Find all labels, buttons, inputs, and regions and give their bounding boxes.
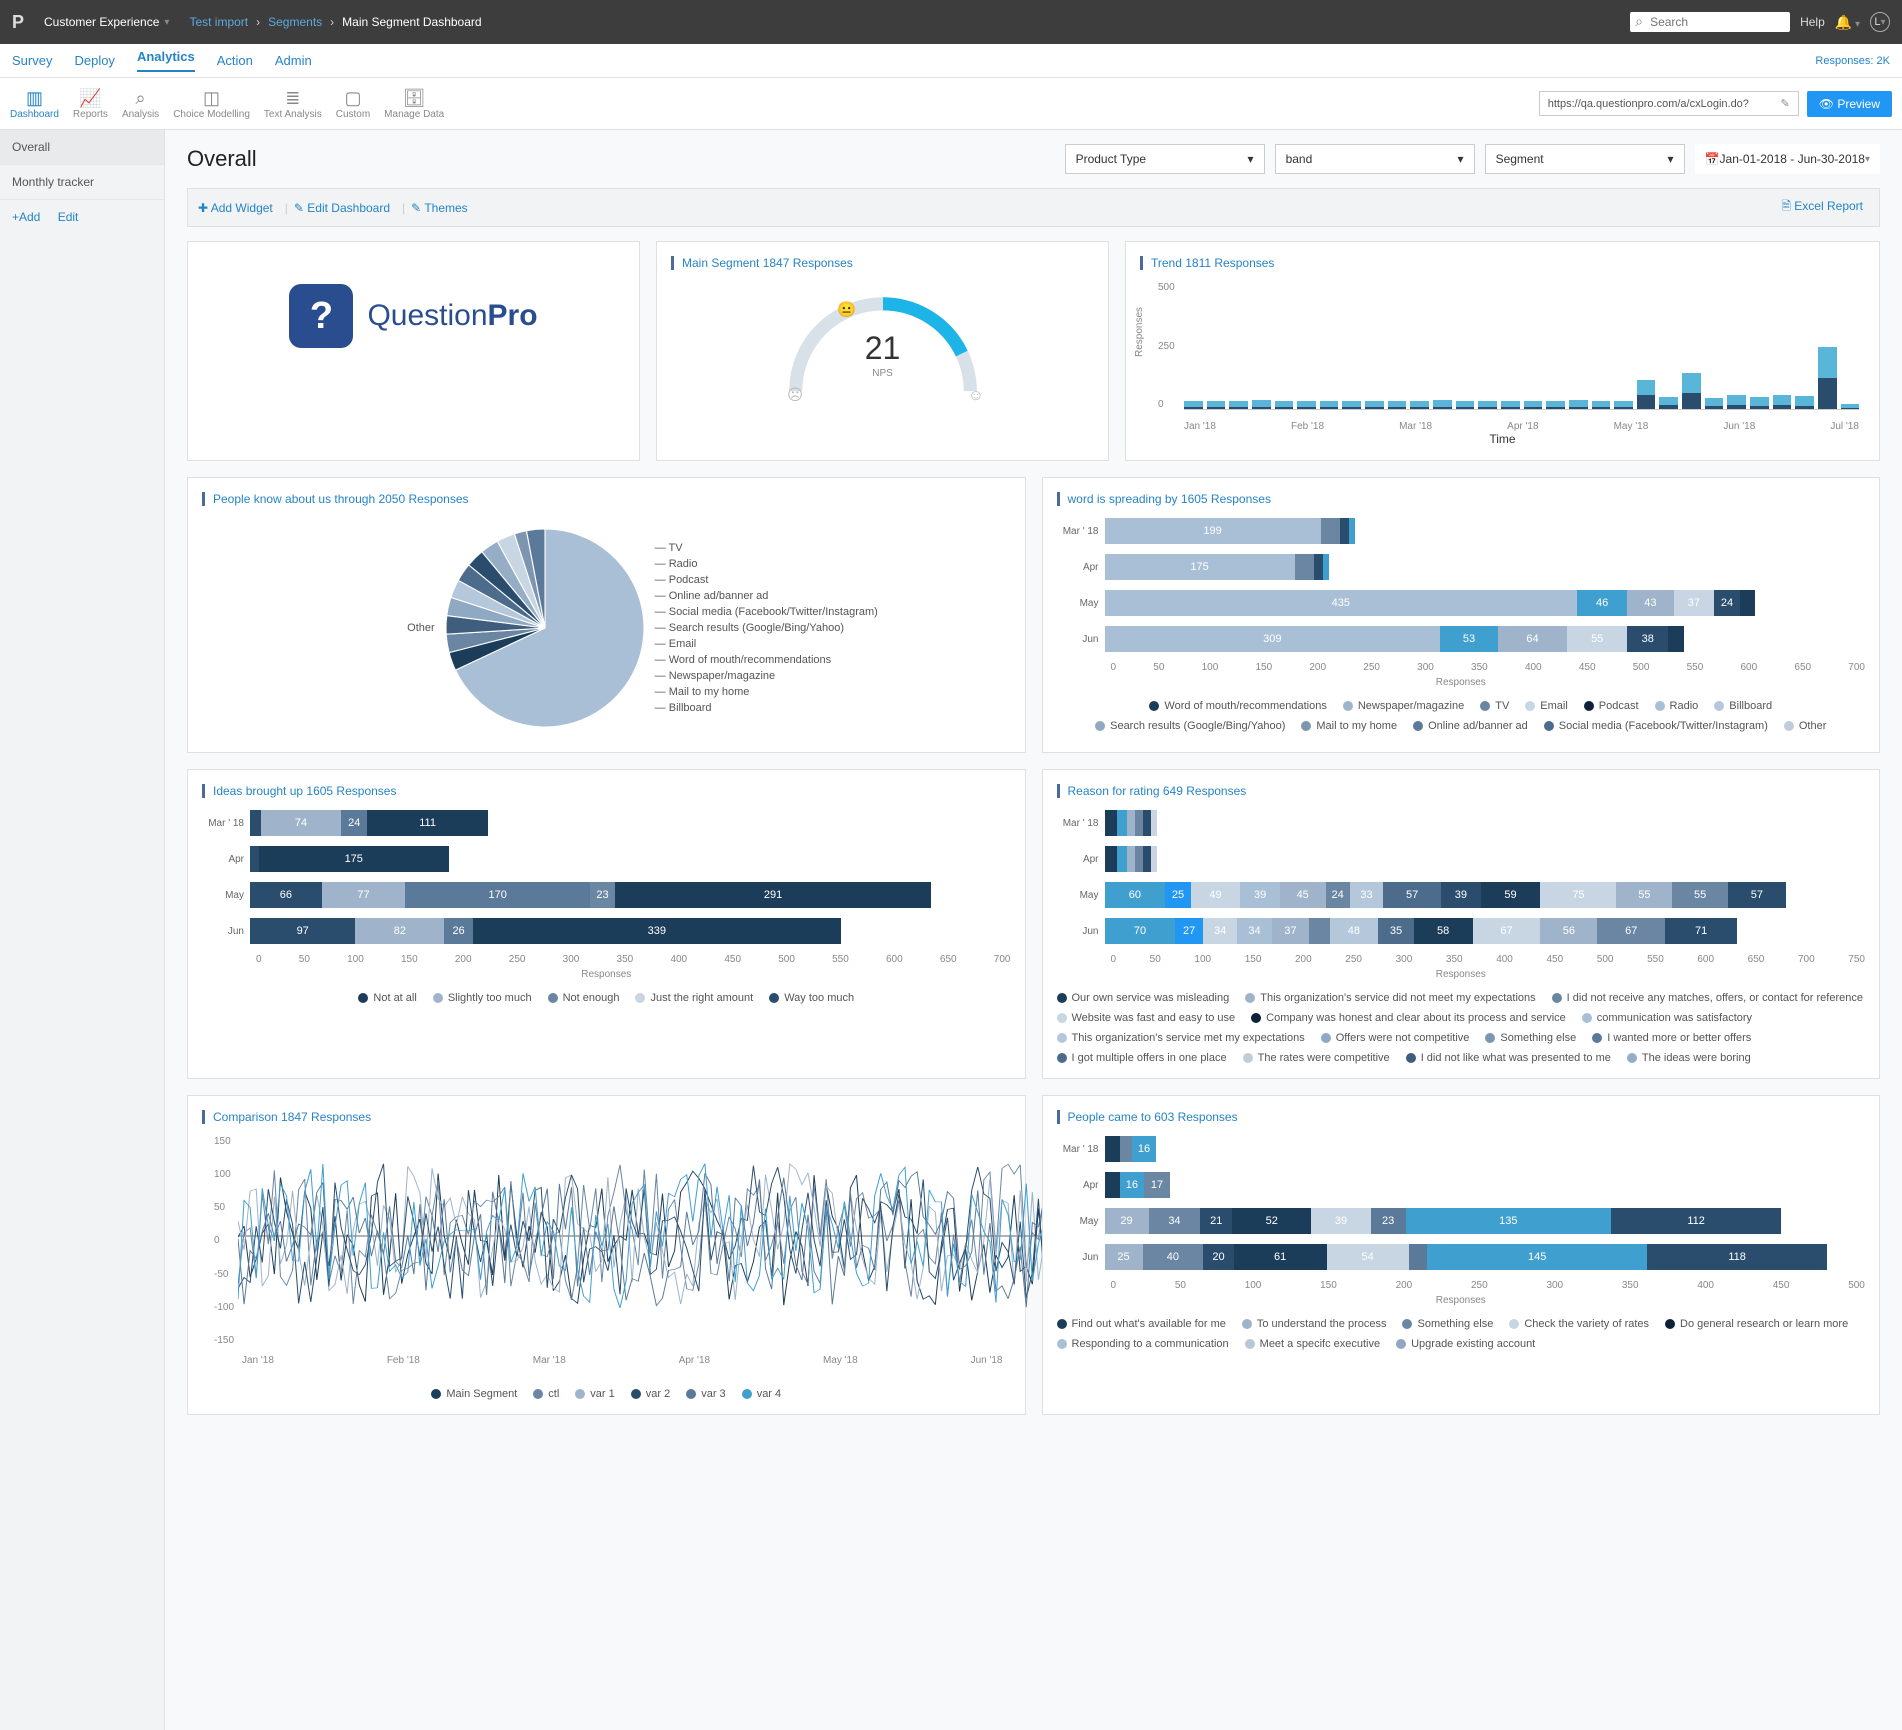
- nps-label: NPS: [872, 368, 893, 379]
- breadcrumb: Test import › Segments › Main Segment Da…: [189, 15, 481, 29]
- filter-band[interactable]: band▾: [1275, 144, 1475, 174]
- breadcrumb-test-import[interactable]: Test import: [189, 15, 248, 29]
- app-switcher[interactable]: Customer Experience: [34, 11, 179, 33]
- ideas-chart: Mar ' 187424111Apr175May667717023291Jun9…: [202, 810, 1011, 980]
- tool-analysis[interactable]: ⌕Analysis: [122, 88, 159, 120]
- reason-chart: Mar ' 18AprMay60254939452433573959755555…: [1057, 810, 1866, 980]
- comparison-chart: 150100500-50-100-150 Jan '18Feb '18Mar '…: [202, 1136, 1011, 1376]
- preview-button[interactable]: 👁 Preview: [1807, 91, 1892, 117]
- date-range[interactable]: 📅 Jan-01-2018 - Jun-30-2018: [1695, 144, 1880, 174]
- dashboard-actions-bar: ✚ Add Widget| ✎ Edit Dashboard| ✎ Themes…: [187, 188, 1880, 227]
- came-chart: Mar ' 1816Apr1617May293421523923135112Ju…: [1057, 1136, 1866, 1306]
- tool-manage-data[interactable]: 🗄Manage Data: [384, 88, 444, 120]
- share-url[interactable]: https://qa.questionpro.com/a/cxLogin.do?: [1539, 91, 1799, 116]
- svg-text:😐: 😐: [837, 301, 856, 319]
- main-nav: Survey Deploy Analytics Action Admin Res…: [0, 44, 1902, 78]
- user-avatar[interactable]: L: [1870, 12, 1890, 32]
- nav-analytics[interactable]: Analytics: [137, 49, 195, 72]
- themes-button[interactable]: ✎ Themes: [411, 201, 468, 215]
- tool-dashboard[interactable]: ▥Dashboard: [10, 88, 59, 120]
- questionpro-logo-icon: ?: [289, 284, 353, 348]
- nav-survey[interactable]: Survey: [12, 53, 52, 68]
- help-link[interactable]: Help: [1800, 15, 1825, 29]
- came-card: People came to 603 Responses Mar ' 1816A…: [1042, 1095, 1881, 1415]
- sub-toolbar: ▥Dashboard 📈Reports ⌕Analysis ◫Choice Mo…: [0, 78, 1902, 130]
- edit-dashboard-button[interactable]: ✎ Edit Dashboard: [294, 201, 390, 215]
- breadcrumb-segments[interactable]: Segments: [268, 15, 322, 29]
- svg-text:☹: ☹: [787, 387, 803, 402]
- filter-segment[interactable]: Segment▾: [1485, 144, 1685, 174]
- nav-action[interactable]: Action: [217, 53, 253, 68]
- excel-report-button[interactable]: 🗎 Excel Report: [1781, 197, 1863, 218]
- filter-product-type[interactable]: Product Type▾: [1065, 144, 1265, 174]
- add-widget-button[interactable]: ✚ Add Widget: [198, 201, 273, 215]
- questionpro-logo-text: QuestionPro: [367, 299, 537, 333]
- tool-custom[interactable]: ▢Custom: [336, 88, 370, 120]
- nav-deploy[interactable]: Deploy: [74, 53, 114, 68]
- svg-text:☺: ☺: [968, 387, 984, 402]
- tool-text-analysis[interactable]: ≣Text Analysis: [264, 88, 322, 120]
- nav-admin[interactable]: Admin: [275, 53, 312, 68]
- logo-card: ? QuestionPro: [187, 241, 640, 461]
- word-chart: Mar ' 18199Apr175May43546433724Jun309536…: [1057, 518, 1866, 688]
- pie-chart: Other — TV— Radio— Podcast— Online ad/ba…: [202, 518, 1011, 738]
- sidepanel-add[interactable]: +Add: [12, 210, 40, 224]
- topbar: P Customer Experience Test import › Segm…: [0, 0, 1902, 44]
- trend-title: Trend 1811 Responses: [1140, 256, 1865, 270]
- sidepanel-overall[interactable]: Overall: [0, 130, 164, 165]
- sidepanel-monthly[interactable]: Monthly tracker: [0, 165, 164, 200]
- comparison-card: Comparison 1847 Responses 150100500-50-1…: [187, 1095, 1026, 1415]
- page-title: Overall: [187, 146, 257, 172]
- reason-card: Reason for rating 649 Responses Mar ' 18…: [1042, 769, 1881, 1079]
- comparison-title: Comparison 1847 Responses: [202, 1110, 1011, 1124]
- chevron-down-icon: ▾: [1668, 152, 1674, 166]
- app-logo-icon: P: [12, 12, 24, 33]
- reason-title: Reason for rating 649 Responses: [1057, 784, 1866, 798]
- nps-title: Main Segment 1847 Responses: [671, 256, 1094, 270]
- breadcrumb-current: Main Segment Dashboard: [342, 15, 481, 29]
- pie-title: People know about us through 2050 Respon…: [202, 492, 1011, 506]
- tool-reports[interactable]: 📈Reports: [73, 88, 108, 120]
- sidepanel-edit[interactable]: Edit: [58, 210, 79, 224]
- nps-gauge: ☹ 😐 ☺ 21 NPS: [671, 282, 1094, 402]
- search-input[interactable]: [1630, 12, 1790, 32]
- notifications-icon[interactable]: 🔔: [1835, 14, 1860, 31]
- ideas-title: Ideas brought up 1605 Responses: [202, 784, 1011, 798]
- word-title: word is spreading by 1605 Responses: [1057, 492, 1866, 506]
- trend-chart: Responses 500 250 0 Jan '18Feb '18Mar '1…: [1140, 282, 1865, 432]
- edit-url-icon[interactable]: [1781, 97, 1790, 110]
- responses-count: Responses: 2K: [1815, 55, 1890, 67]
- came-title: People came to 603 Responses: [1057, 1110, 1866, 1124]
- trend-card: Trend 1811 Responses Responses 500 250 0…: [1125, 241, 1880, 461]
- word-card: word is spreading by 1605 Responses Mar …: [1042, 477, 1881, 753]
- ideas-card: Ideas brought up 1605 Responses Mar ' 18…: [187, 769, 1026, 1079]
- pie-card: People know about us through 2050 Respon…: [187, 477, 1026, 753]
- chevron-down-icon: ▾: [1248, 152, 1254, 166]
- nps-card: Main Segment 1847 Responses ☹ 😐 ☺ 21 NPS: [656, 241, 1109, 461]
- nps-value: 21: [865, 330, 901, 367]
- chevron-down-icon: ▾: [1458, 152, 1464, 166]
- left-sidepanel: Overall Monthly tracker +Add Edit: [0, 130, 165, 1730]
- tool-choice-modelling[interactable]: ◫Choice Modelling: [173, 88, 250, 120]
